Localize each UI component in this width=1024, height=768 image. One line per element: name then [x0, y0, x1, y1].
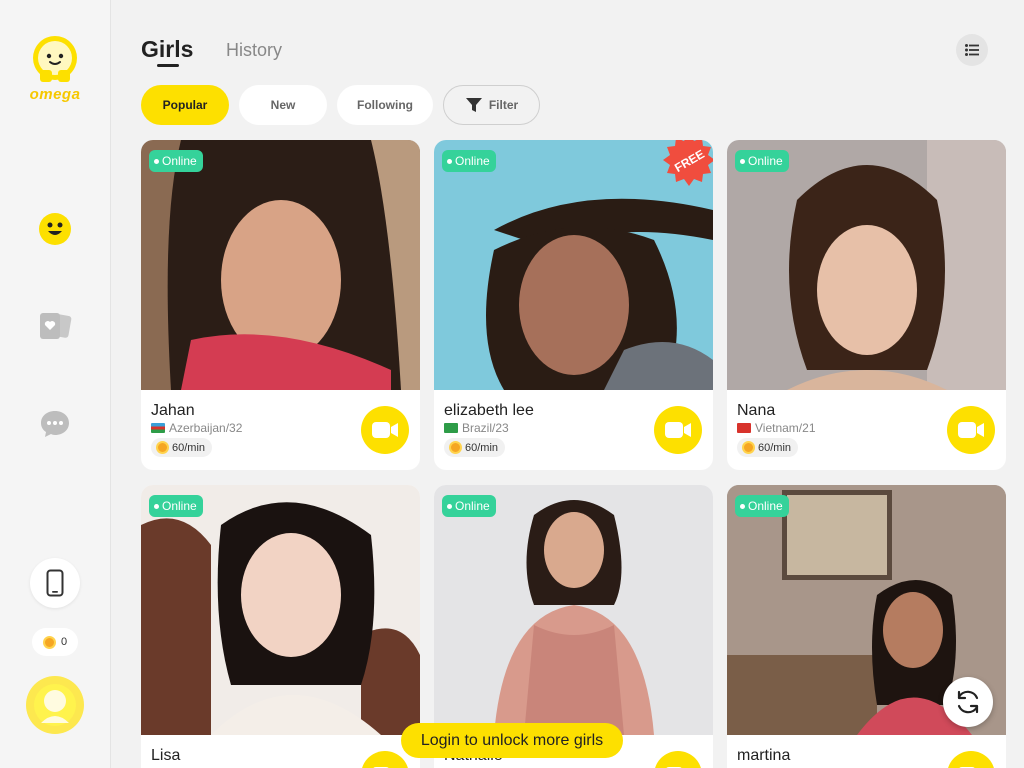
video-call-button[interactable] [654, 751, 702, 768]
online-badge: Online [735, 150, 789, 172]
phone-button[interactable] [30, 558, 80, 608]
filter-new[interactable]: New [239, 85, 327, 125]
coin-count: 0 [60, 636, 68, 648]
profile-photo[interactable] [141, 140, 420, 390]
price-tag: 60/min [444, 438, 506, 457]
profile-card-elizabeth-lee[interactable]: Online FREE elizabeth lee Brazil/23 60/m… [434, 140, 713, 470]
logo-text: omega [29, 86, 81, 103]
video-call-button[interactable] [947, 406, 995, 454]
profile-photo[interactable] [141, 485, 420, 735]
active-tab-indicator [157, 64, 179, 67]
login-banner[interactable]: Login to unlock more girls [401, 723, 623, 758]
tab-girls[interactable]: Girls [141, 36, 193, 63]
price-tag: 60/min [737, 438, 799, 457]
phone-icon [46, 569, 64, 597]
coin-icon [742, 441, 755, 454]
profile-name: elizabeth lee [444, 402, 534, 419]
omega-logo[interactable]: omega [22, 32, 88, 104]
online-badge: Online [442, 495, 496, 517]
profile-name: Nana [737, 402, 776, 419]
refresh-icon [957, 690, 979, 714]
filter-label: Filter [488, 98, 519, 112]
cards-icon[interactable] [37, 308, 73, 344]
tab-history[interactable]: History [226, 40, 282, 61]
list-view-button[interactable] [956, 34, 988, 66]
coin-icon [449, 441, 462, 454]
online-badge: Online [149, 495, 203, 517]
refresh-button[interactable] [943, 677, 993, 727]
smiley-icon[interactable] [37, 211, 73, 247]
profile-card-lisa[interactable]: Online Lisa [141, 485, 420, 768]
filter-popular[interactable]: Popular [141, 85, 229, 125]
profile-photo[interactable] [434, 485, 713, 735]
coin-icon [156, 441, 169, 454]
free-badge: FREE [661, 140, 713, 188]
vietnam-flag-icon [737, 423, 751, 433]
video-call-button[interactable] [361, 751, 409, 768]
profile-country: Azerbaijan/32 [151, 421, 242, 435]
filter-icon [465, 98, 482, 112]
avatar[interactable] [26, 676, 84, 734]
video-camera-icon [372, 422, 398, 438]
profile-country: Vietnam/21 [737, 421, 816, 435]
list-icon [965, 44, 979, 56]
filter-button[interactable]: Filter [443, 85, 540, 125]
profile-card-nana[interactable]: Online Nana Vietnam/21 60/min [727, 140, 1006, 470]
coin-balance[interactable]: 0 [32, 628, 78, 656]
online-badge: Online [442, 150, 496, 172]
video-call-button[interactable] [947, 751, 995, 768]
video-camera-icon [958, 422, 984, 438]
coin-icon [42, 635, 56, 649]
chat-icon[interactable] [37, 406, 73, 442]
profile-photo[interactable] [727, 140, 1006, 390]
online-badge: Online [149, 150, 203, 172]
price-tag: 60/min [151, 438, 213, 457]
profile-name: martina [737, 747, 791, 764]
user-avatar-icon [34, 684, 76, 726]
video-camera-icon [665, 422, 691, 438]
profile-name: Lisa [151, 747, 181, 764]
logo-mark-icon [33, 36, 77, 82]
profile-name: Jahan [151, 402, 195, 419]
profile-country: Brazil/23 [444, 421, 509, 435]
sidebar: omega 0 [0, 0, 111, 768]
online-badge: Online [735, 495, 789, 517]
video-call-button[interactable] [654, 406, 702, 454]
filter-following[interactable]: Following [337, 85, 433, 125]
brazil-flag-icon [444, 423, 458, 433]
azerbaijan-flag-icon [151, 423, 165, 433]
profile-card-jahan[interactable]: Online Jahan Azerbaijan/32 60/min [141, 140, 420, 470]
video-call-button[interactable] [361, 406, 409, 454]
